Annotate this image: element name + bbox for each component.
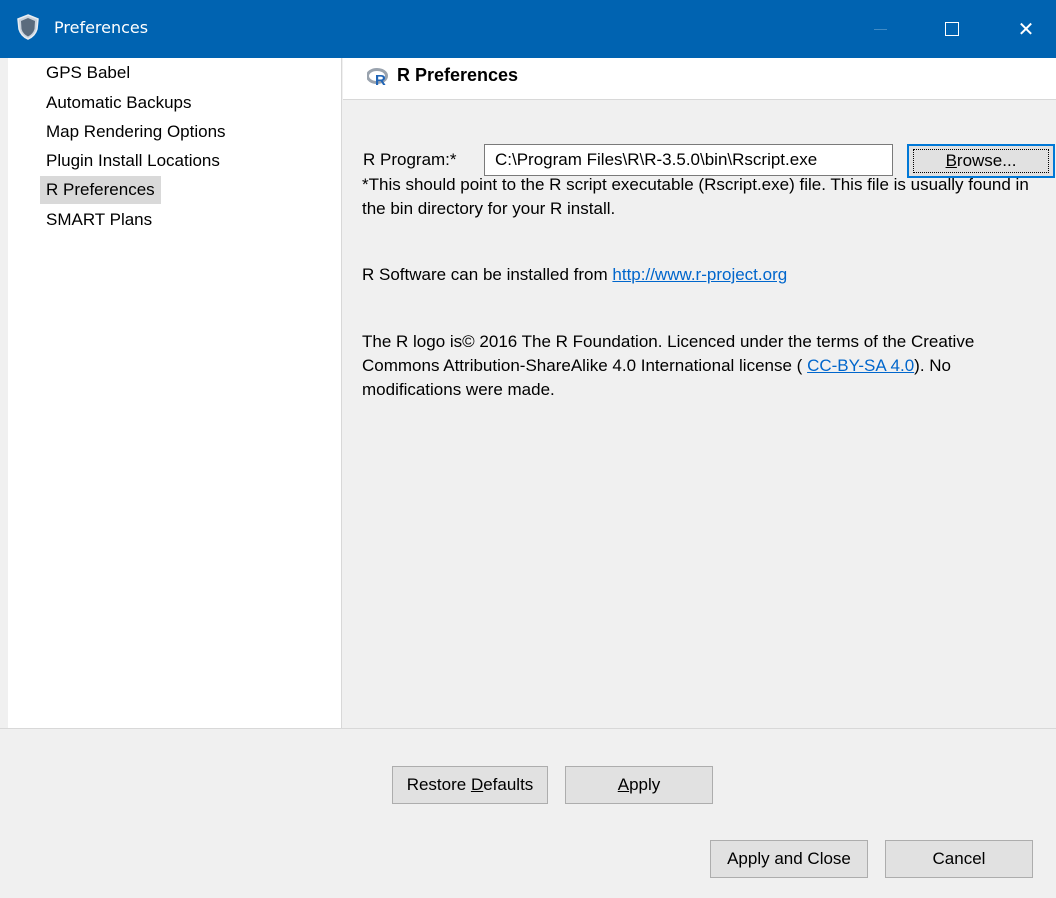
apply-and-close-label: Apply and Close [727,849,851,868]
browse-focus-ring: Browse... [913,149,1049,173]
preference-page: R R Preferences R Program:* Browse... *T… [343,58,1056,728]
install-text: R Software can be installed from [362,265,613,284]
sidebar-item-label: SMART Plans [46,210,153,229]
restore-defaults-prefix: Restore [406,775,471,794]
r-program-path-input[interactable] [484,144,893,176]
page-title: R Preferences [397,65,519,85]
license-info: The R logo is© 2016 The R Foundation. Li… [362,330,1052,402]
preferences-tree: GPS Babel Automatic Backups Map Renderin… [8,58,342,728]
cancel-label: Cancel [932,849,986,868]
cc-license-link[interactable]: CC-BY-SA 4.0 [807,356,914,375]
apply-and-close-button[interactable]: Apply and Close [710,840,868,878]
sidebar-item-label: Plugin Install Locations [46,151,220,170]
restore-defaults-mnemonic: D [470,775,484,794]
window-title: Preferences [54,18,149,37]
restore-defaults-button[interactable]: Restore Defaults [392,766,548,804]
svg-text:R: R [375,72,386,86]
rscript-note: *This should point to the R script execu… [362,175,1029,218]
apply-label: Apply [617,775,661,794]
cancel-button[interactable]: Cancel [885,840,1033,878]
r-logo-icon: R [366,68,389,89]
sidebar-item-r-preferences[interactable]: R Preferences [40,176,161,204]
page-header: R R Preferences [343,58,1056,100]
minimize-icon [873,28,887,30]
shield-icon [16,14,40,40]
sidebar-item-smart-plans[interactable]: SMART Plans [40,206,158,234]
apply-button[interactable]: Apply [565,766,713,804]
minimize-button[interactable] [852,0,908,58]
close-icon: ✕ [1017,17,1035,41]
sidebar-item-map-rendering-options[interactable]: Map Rendering Options [40,118,232,146]
close-button[interactable]: ✕ [996,0,1056,58]
maximize-icon [945,22,959,36]
r-program-label: R Program:* [363,150,457,169]
browse-label: Browse... [945,151,1017,170]
sidebar-item-gps-babel[interactable]: GPS Babel [40,59,136,87]
sidebar-item-label: R Preferences [46,180,155,199]
title-bar[interactable]: Preferences ✕ [0,0,1056,58]
sidebar-item-plugin-install-locations[interactable]: Plugin Install Locations [40,147,226,175]
sidebar-item-automatic-backups[interactable]: Automatic Backups [40,89,198,117]
restore-defaults-suffix: efaults [483,775,534,794]
install-info: R Software can be installed from http://… [362,263,1052,287]
maximize-button[interactable] [924,0,980,58]
sidebar-item-label: GPS Babel [46,63,131,82]
sidebar-item-label: Map Rendering Options [46,122,226,141]
sidebar-item-label: Automatic Backups [46,93,192,112]
r-project-link[interactable]: http://www.r-project.org [612,265,787,284]
